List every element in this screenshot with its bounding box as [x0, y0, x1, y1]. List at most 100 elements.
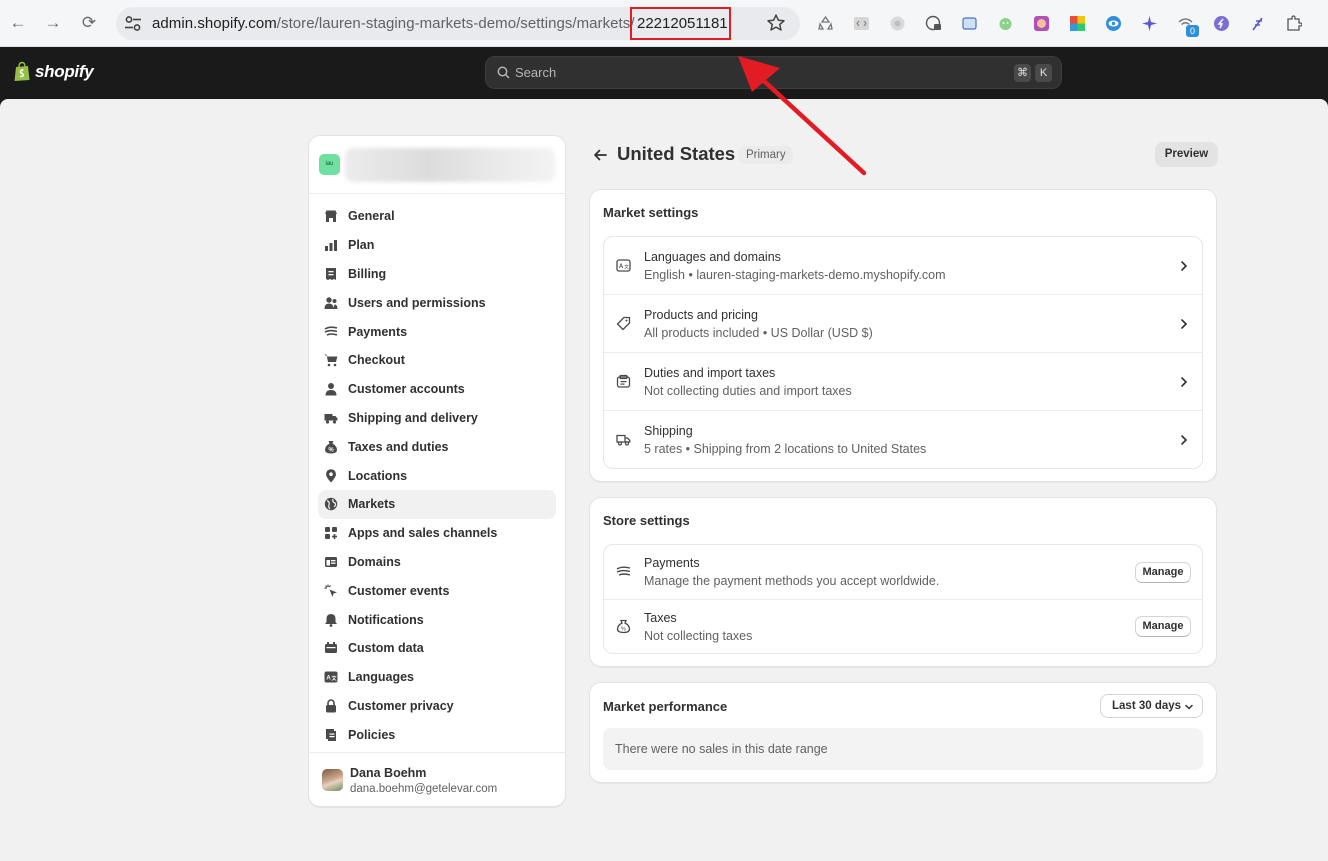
site-settings-icon[interactable] [124, 15, 142, 32]
sidebar-item-label: Notifications [348, 612, 424, 627]
feather-extension-icon[interactable] [1249, 15, 1266, 32]
manage-taxes-button[interactable]: Manage [1135, 616, 1191, 637]
settings-menu: General Plan Billing Users and permissio… [318, 202, 556, 749]
sidebar-item-label: Customer events [348, 583, 450, 598]
store-selector[interactable]: lau [309, 136, 565, 194]
price-tag-icon [616, 316, 631, 331]
android-extension-icon[interactable] [997, 15, 1014, 32]
account-footer[interactable]: Dana Boehm dana.boehm@getelevar.com [309, 752, 565, 806]
sidebar-item-customer-events[interactable]: Customer events [318, 576, 556, 605]
sidebar-item-general[interactable]: General [318, 202, 556, 231]
colorful-circle-extension-icon[interactable] [1033, 15, 1050, 32]
store-avatar: lau [319, 154, 340, 175]
sidebar-item-markets[interactable]: Markets [318, 489, 556, 519]
lock-globe-extension-icon[interactable] [925, 15, 942, 32]
purple-extension-icon[interactable] [1213, 15, 1230, 32]
avatar [322, 769, 343, 791]
payments-icon [616, 566, 631, 576]
row-title: Duties and import taxes [644, 366, 776, 380]
sidebar-item-apps[interactable]: Apps and sales channels [318, 519, 556, 548]
shortcut-key-command: ⌘ [1014, 64, 1031, 82]
sidebar-item-customer-accounts[interactable]: Customer accounts [318, 375, 556, 404]
sidebar-item-languages[interactable]: A文 Languages [318, 663, 556, 692]
palette-extension-icon[interactable] [1069, 15, 1086, 32]
bookmark-star-icon[interactable] [766, 13, 786, 33]
domain-icon [325, 556, 337, 567]
translate-icon: A文 [324, 671, 338, 683]
empty-state-text: There were no sales in this date range [615, 742, 828, 756]
card-extension-icon[interactable] [961, 15, 978, 32]
preview-button[interactable]: Preview [1155, 142, 1218, 167]
card-title: Market settings [603, 205, 699, 220]
sidebar-item-payments[interactable]: Payments [318, 317, 556, 346]
sidebar-item-billing[interactable]: Billing [318, 260, 556, 289]
reload-icon[interactable]: ⟳ [78, 12, 100, 34]
card-title: Market performance [603, 699, 728, 714]
svg-text:%: % [621, 627, 626, 633]
back-arrow-icon[interactable]: ← [7, 12, 29, 34]
sidebar-item-checkout[interactable]: Checkout [318, 346, 556, 375]
sparkle-extension-icon[interactable] [1141, 15, 1158, 32]
grey-extension-icon[interactable] [889, 15, 906, 32]
policy-icon [326, 728, 336, 741]
shopify-topbar: shopify Search ⌘ K [0, 47, 1328, 107]
sidebar-item-taxes[interactable]: % Taxes and duties [318, 432, 556, 461]
recycle-extension-icon[interactable] [817, 15, 834, 32]
search-input[interactable]: Search ⌘ K [485, 56, 1062, 89]
sidebar-item-domains[interactable]: Domains [318, 548, 556, 577]
url-text: admin.shopify.com/store/lauren-staging-m… [152, 15, 635, 32]
sidebar-item-shipping[interactable]: Shipping and delivery [318, 404, 556, 433]
sidebar-item-label: Apps and sales channels [348, 526, 498, 541]
code-extension-icon[interactable] [853, 15, 870, 32]
forward-arrow-icon[interactable]: → [42, 12, 64, 34]
sidebar-item-notifications[interactable]: Notifications [318, 605, 556, 634]
sidebar-item-label: General [348, 209, 395, 224]
sidebar-item-policies[interactable]: Policies [318, 720, 556, 749]
sidebar-item-plan[interactable]: Plan [318, 231, 556, 260]
tax-bag-icon: % [325, 440, 337, 454]
sidebar-item-label: Custom data [348, 641, 424, 656]
chevron-right-icon [1181, 319, 1188, 329]
date-range-label: Last 30 days [1112, 700, 1182, 712]
list-item-shipping[interactable]: Shipping 5 rates • Shipping from 2 locat… [604, 411, 1202, 468]
back-arrow-icon[interactable] [592, 147, 608, 163]
store-settings-list: Payments Manage the payment methods you … [603, 544, 1203, 654]
sidebar-item-label: Payments [348, 324, 408, 339]
date-range-select[interactable]: Last 30 days [1100, 694, 1203, 718]
sidebar-item-customer-privacy[interactable]: Customer privacy [318, 692, 556, 721]
list-item-languages-domains[interactable]: A文 Languages and domains English • laure… [604, 237, 1202, 295]
page-header: United States Primary Preview [592, 142, 1218, 168]
truck-icon [324, 413, 338, 424]
sidebar-item-label: Domains [348, 554, 401, 569]
shopify-wordmark: shopify [35, 61, 94, 81]
sidebar-item-label: Policies [348, 727, 396, 742]
bell-icon [325, 613, 337, 627]
market-settings-list: A文 Languages and domains English • laure… [603, 236, 1203, 469]
duties-icon [616, 374, 631, 388]
page-title: United States [617, 143, 736, 164]
apps-icon [325, 527, 337, 540]
sidebar-item-users[interactable]: Users and permissions [318, 288, 556, 317]
topbar-bottom-edge [0, 99, 1328, 107]
list-item-products-pricing[interactable]: Products and pricing All products includ… [604, 295, 1202, 353]
eye-extension-icon[interactable] [1105, 15, 1122, 32]
list-item-payments: Payments Manage the payment methods you … [604, 545, 1202, 600]
svg-text:%: % [328, 447, 334, 453]
sidebar-item-label: Markets [348, 497, 396, 512]
tax-bag-icon: % [616, 619, 631, 634]
sidebar-item-locations[interactable]: Locations [318, 461, 556, 490]
puzzle-extensions-icon[interactable] [1285, 15, 1302, 32]
manage-payments-button[interactable]: Manage [1135, 562, 1191, 583]
globe-icon [324, 498, 338, 511]
shortcut-key-k: K [1035, 64, 1052, 82]
list-item-taxes: % Taxes Not collecting taxes Manage [604, 600, 1202, 654]
row-subtitle: Manage the payment methods you accept wo… [644, 574, 940, 588]
svg-text:文: 文 [624, 264, 629, 271]
row-subtitle: Not collecting taxes [644, 629, 753, 643]
card-title: Store settings [603, 513, 690, 528]
sidebar-item-custom-data[interactable]: Custom data [318, 634, 556, 663]
shopify-logo[interactable]: shopify [13, 61, 94, 82]
sidebar-item-label: Shipping and delivery [348, 410, 478, 425]
list-item-duties-import[interactable]: Duties and import taxes Not collecting d… [604, 353, 1202, 411]
user-email: dana.boehm@getelevar.com [350, 783, 498, 795]
